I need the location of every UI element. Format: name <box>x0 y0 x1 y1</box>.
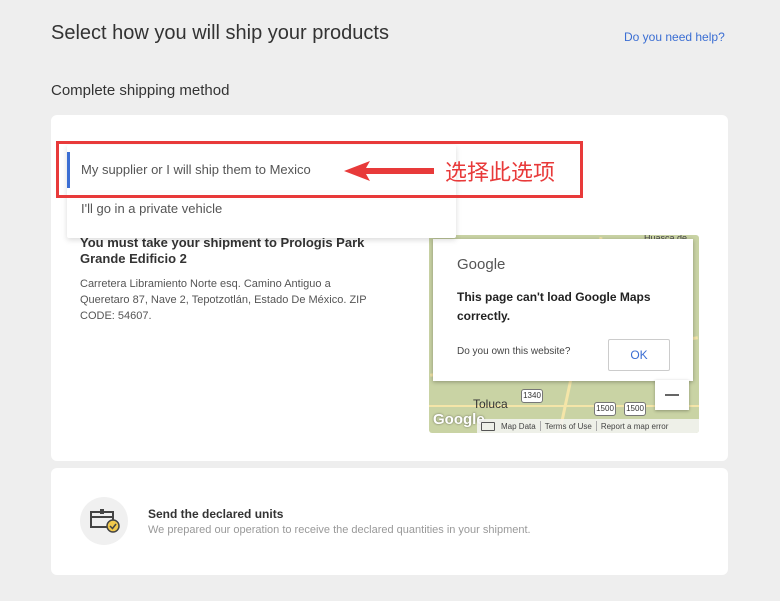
map[interactable]: Huasca de Toluca 1340 1500 1500 1341 134… <box>429 235 699 433</box>
map-error-dialog: Google This page can't load Google Maps … <box>433 239 693 381</box>
page-title: Select how you will ship your products <box>51 22 389 44</box>
warehouse-address: Carretera Libramiento Norte esq. Camino … <box>80 278 367 322</box>
divider <box>595 421 597 431</box>
units-title: Send the declared units <box>148 507 284 521</box>
zoom-out-button[interactable] <box>655 380 689 410</box>
map-owner-question[interactable]: Do you own this website? <box>457 346 570 357</box>
section-title: Complete shipping method <box>51 82 230 99</box>
annotation-arrow-icon <box>344 161 434 181</box>
units-description: We prepared our operation to receive the… <box>148 524 531 536</box>
map-footer: Map Data Terms of Use Report a map error <box>477 419 699 433</box>
option-private-vehicle[interactable]: I'll go in a private vehicle <box>67 198 456 220</box>
route-shield: 1500 <box>624 402 646 416</box>
map-city-label: Toluca <box>473 397 508 411</box>
declared-units-card <box>51 468 728 575</box>
map-data-link[interactable]: Map Data <box>501 422 536 431</box>
box-check-icon <box>90 509 120 533</box>
keyboard-icon[interactable] <box>481 421 495 431</box>
map-ok-button[interactable]: OK <box>608 339 670 371</box>
map-dialog-brand: Google <box>457 256 506 273</box>
annotation-text: 选择此选项 <box>445 161 556 186</box>
report-link[interactable]: Report a map error <box>601 422 669 431</box>
minus-icon <box>665 394 679 396</box>
route-shield: 1340 <box>521 389 543 403</box>
warehouse-name: You must take your shipment to Prologis … <box>80 235 365 266</box>
divider <box>539 421 541 431</box>
units-icon-circle <box>80 497 128 545</box>
route-shield: 1500 <box>594 402 616 416</box>
help-link[interactable]: Do you need help? <box>624 30 725 44</box>
terms-link[interactable]: Terms of Use <box>545 422 592 431</box>
map-error-message: This page can't load Google Maps correct… <box>457 290 651 323</box>
